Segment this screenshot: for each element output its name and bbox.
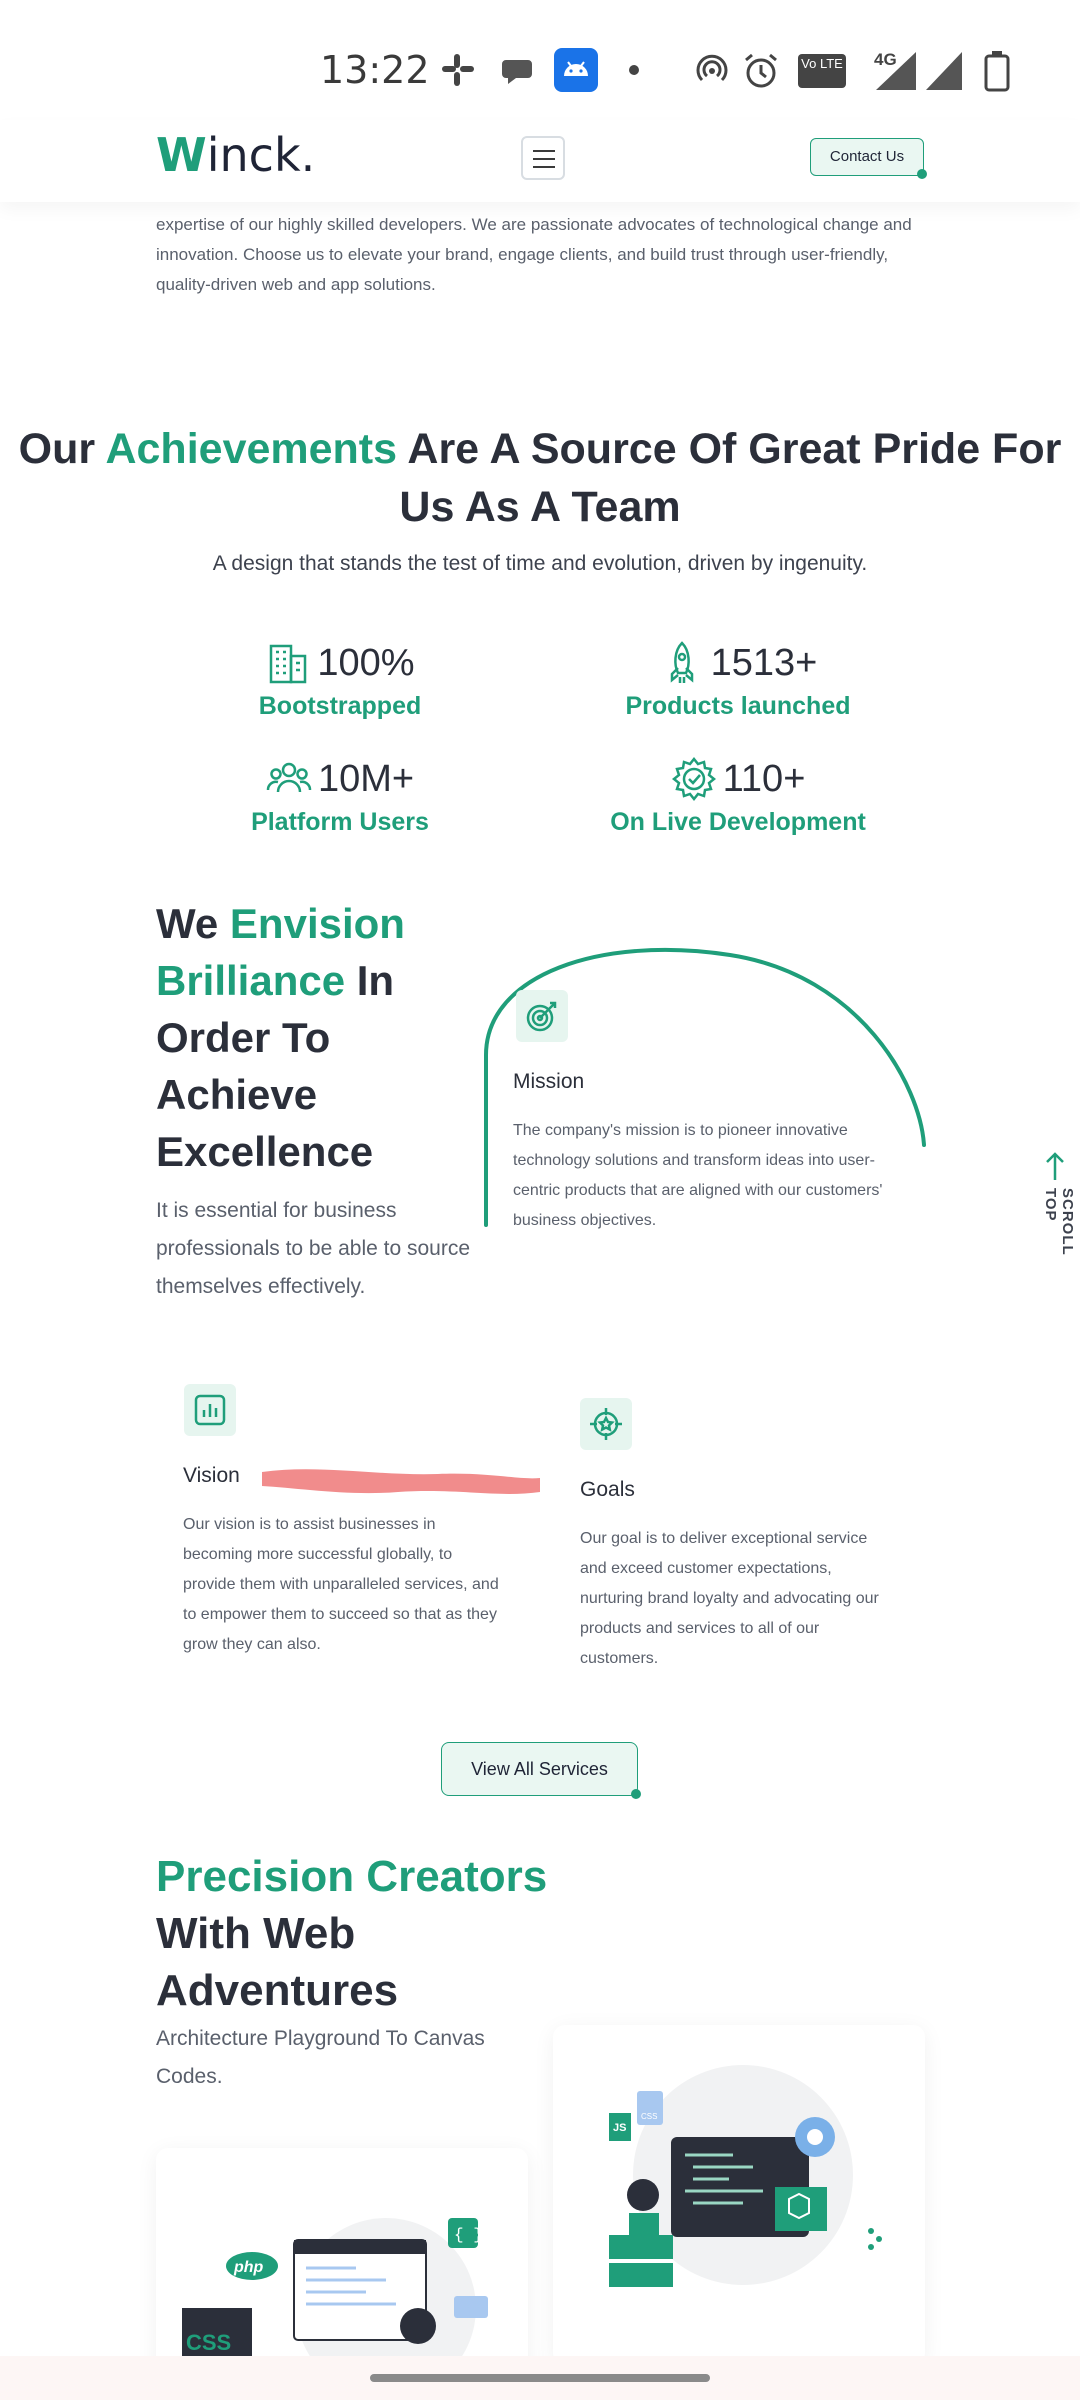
stat-products: 1513+ Products launched: [538, 638, 938, 721]
achievements-title: Our Achievements Are A Source Of Great P…: [18, 425, 1062, 531]
stat-value: 1513+: [710, 641, 818, 684]
scroll-top-button[interactable]: SCROLL TOP: [1040, 1150, 1076, 1290]
web-illustration: php { } CSS: [182, 2218, 488, 2388]
mission-text: The company's mission is to pioneer inno…: [513, 1122, 883, 1229]
php-label: php: [233, 2259, 264, 2276]
achievements-subtitle: A design that stands the test of time an…: [212, 552, 868, 575]
stat-value: 110+: [722, 757, 806, 800]
battery-icon: [984, 51, 1010, 92]
mission-title: Mission: [513, 1070, 585, 1093]
button-dot: [631, 1789, 641, 1799]
logo[interactable]: Winck.: [156, 128, 315, 182]
slack-icon: [442, 54, 474, 86]
web-illustration-card[interactable]: php { } CSS: [156, 2148, 528, 2388]
developer-illustration: JS CSS: [609, 2065, 882, 2287]
signal-2-icon: [926, 52, 962, 90]
scroll-top-label: SCROLL TOP: [1042, 1188, 1076, 1256]
stat-value: 10M+: [317, 757, 415, 800]
stat-live-development: 110+ On Live Development: [538, 754, 938, 837]
stat-bootstrapped: 100% Bootstrapped: [140, 638, 540, 721]
view-all-services-button[interactable]: View All Services: [441, 1742, 641, 1799]
chart-icon: [194, 1394, 226, 1426]
precision-title: Precision Creators With Web Adventures: [156, 1852, 548, 2015]
vision-text: Our vision is to assist businesses in be…: [183, 1516, 499, 1653]
vision-icon-box: [184, 1384, 236, 1436]
alarm-icon: [745, 53, 777, 88]
contact-us-button[interactable]: Contact Us: [810, 138, 927, 179]
braces-glyph: { }: [454, 2226, 483, 2244]
hotspot-icon: [696, 54, 728, 82]
signal-icon: [876, 52, 916, 90]
hamburger-menu-button[interactable]: [521, 136, 565, 180]
users-icon: [266, 762, 312, 793]
stat-label: On Live Development: [610, 808, 866, 836]
system-nav-bar: [0, 2356, 1080, 2400]
stat-label: Platform Users: [251, 808, 429, 836]
status-bar: 13:22 Vo LTE 4G: [0, 0, 1080, 130]
stat-label: Products launched: [625, 692, 851, 720]
gear-check-icon: [671, 756, 716, 802]
mission-icon-box: [516, 990, 568, 1042]
goals-text: Our goal is to deliver exceptional servi…: [580, 1530, 879, 1667]
volte-icon: Vo LTE: [798, 54, 846, 88]
rocket-icon: [670, 641, 693, 683]
css-file-label: CSS: [641, 2112, 657, 2121]
home-gesture-handle[interactable]: [370, 2374, 710, 2382]
building-icon: [270, 644, 307, 684]
dot-icon: [629, 65, 639, 75]
precision-subtitle: Architecture Playground To Canvas Codes.: [156, 2027, 485, 2088]
envision-subtitle: It is essential for business professiona…: [156, 1199, 471, 1298]
android-icon: [554, 48, 598, 92]
chat-icon: [502, 60, 532, 84]
intro-text: expertise of our highly skilled develope…: [156, 215, 912, 294]
site-header: Winck. Contact Us: [0, 120, 1080, 202]
arrow-up-icon: [1046, 1152, 1064, 1180]
target-icon: [526, 1001, 557, 1032]
stat-value: 100%: [317, 641, 415, 684]
button-dot: [917, 169, 927, 179]
goals-icon-box: [580, 1398, 632, 1450]
redaction-mark: [262, 1469, 540, 1494]
developer-illustration-card[interactable]: JS CSS: [553, 2025, 925, 2365]
stat-label: Bootstrapped: [258, 692, 422, 720]
goals-title: Goals: [580, 1478, 635, 1501]
goal-target-icon: [590, 1408, 622, 1440]
vision-title: Vision: [183, 1464, 240, 1487]
stat-users: 10M+ Platform Users: [140, 754, 540, 837]
css-label: CSS: [186, 2330, 231, 2355]
js-file-label: JS: [613, 2122, 626, 2134]
status-time: 13:22: [320, 48, 430, 92]
envision-title: We Envision Brilliance In Order To Achie…: [156, 900, 405, 1175]
